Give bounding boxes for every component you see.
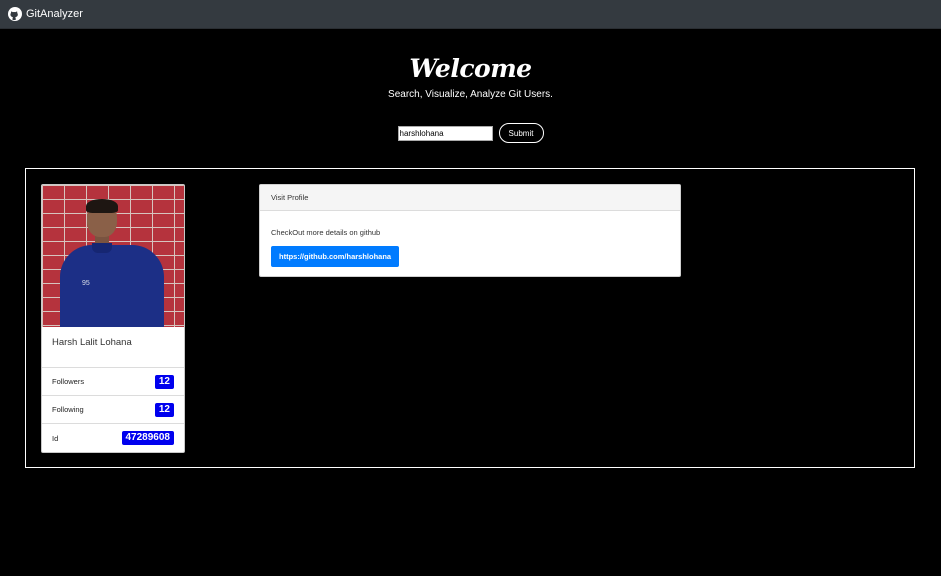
- brand-link[interactable]: GitAnalyzer: [8, 7, 83, 21]
- visit-card-header: Visit Profile: [260, 185, 680, 211]
- page-subtitle: Search, Visualize, Analyze Git Users.: [388, 89, 553, 100]
- visit-card-body: CheckOut more details on github https://…: [260, 211, 680, 267]
- github-icon: [8, 7, 22, 21]
- stat-label: Followers: [52, 377, 85, 386]
- page-title: Welcome: [409, 54, 532, 83]
- visit-profile-card: Visit Profile CheckOut more details on g…: [259, 184, 681, 277]
- brand-label: GitAnalyzer: [26, 8, 83, 20]
- profile-card: 95 Harsh Lalit Lohana Followers 12 Follo…: [41, 184, 185, 453]
- visit-card-text: CheckOut more details on github: [271, 228, 381, 237]
- stat-row-following: Following 12: [42, 396, 184, 424]
- stat-label: Following: [52, 405, 84, 414]
- id-badge: 47289608: [121, 431, 174, 445]
- github-profile-link-button[interactable]: https://github.com/harshlohana: [271, 246, 400, 267]
- submit-button[interactable]: Submit: [498, 123, 544, 143]
- avatar: 95: [42, 185, 184, 327]
- search-input[interactable]: [397, 125, 493, 141]
- stat-row-id: Id 47289608: [42, 424, 184, 452]
- stat-label: Id: [52, 433, 59, 443]
- stat-row-followers: Followers 12: [42, 368, 184, 396]
- hero: Welcome Search, Visualize, Analyze Git U…: [0, 52, 941, 100]
- following-badge: 12: [154, 402, 174, 417]
- profile-name: Harsh Lalit Lohana: [42, 327, 184, 368]
- navbar: GitAnalyzer: [0, 0, 941, 29]
- followers-badge: 12: [154, 374, 174, 389]
- search-form: Submit: [0, 123, 941, 143]
